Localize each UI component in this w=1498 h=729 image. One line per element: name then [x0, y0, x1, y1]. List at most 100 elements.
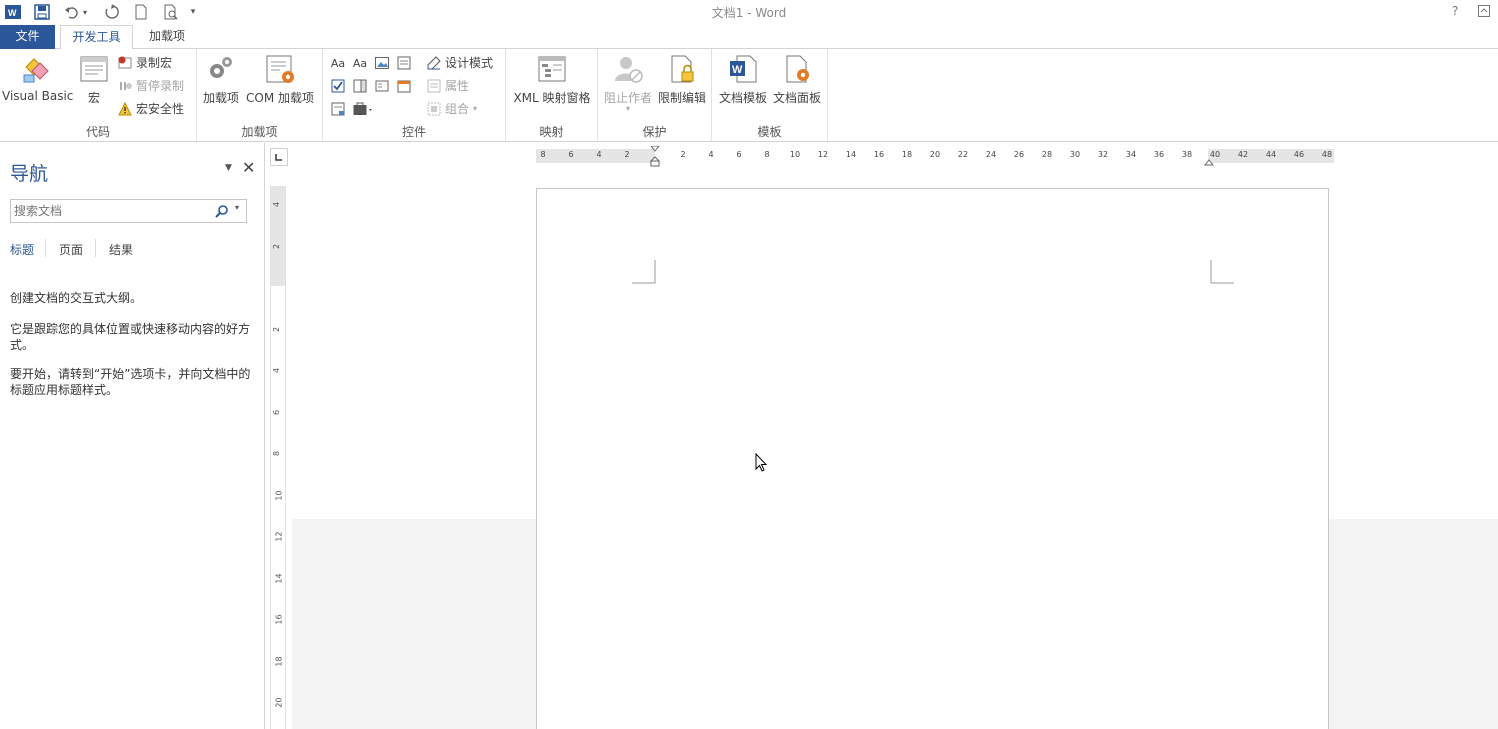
- ruler-tick-label: 30: [1069, 150, 1081, 159]
- macros-button[interactable]: 宏: [76, 53, 112, 106]
- addins-button[interactable]: 加载项: [203, 53, 239, 106]
- group-addins-label: 加载项: [241, 125, 278, 139]
- repeating-section-control-icon[interactable]: [330, 102, 346, 118]
- ribbon: Visual Basic 宏 录制宏 暂停录制 宏安全性 代码 加载项 COM …: [0, 49, 1498, 142]
- tab-developer[interactable]: 开发工具: [60, 25, 133, 50]
- building-block-control-icon[interactable]: [396, 56, 412, 72]
- search-icon[interactable]: [215, 204, 229, 221]
- document-panel-button[interactable]: 文档面板: [771, 53, 823, 106]
- nav-close-icon[interactable]: ✕: [242, 158, 255, 177]
- properties-button[interactable]: 属性: [427, 76, 469, 96]
- nav-help-text-1: 创建文档的交互式大纲。: [10, 291, 143, 305]
- document-panel-label: 文档面板: [772, 91, 821, 105]
- nav-tab-results[interactable]: 结果: [109, 241, 133, 258]
- nav-tab-pages[interactable]: 页面: [59, 241, 83, 258]
- legacy-tools-icon[interactable]: [352, 102, 376, 118]
- macro-security-label: 宏安全性: [136, 102, 185, 116]
- nav-options-icon[interactable]: ▼: [225, 163, 232, 173]
- vertical-ruler-tick-label: 2: [272, 326, 282, 332]
- ruler-tick-label: 18: [901, 150, 913, 159]
- navigation-pane: 导航 ▼ ✕ ▾ 标题 页面 结果 创建文档的交互式大纲。 它是跟踪您的具体位置…: [0, 143, 265, 729]
- vertical-ruler[interactable]: 4 2 2 4 6 8 10 12 14 16 18 20: [270, 186, 286, 729]
- ruler-tick-label: 8: [540, 150, 546, 159]
- indent-markers[interactable]: [649, 145, 661, 170]
- xml-mapping-icon: [536, 53, 568, 85]
- macros-icon: [78, 53, 110, 85]
- group-mapping-label: 映射: [539, 125, 564, 139]
- plain-text-control-icon[interactable]: Aa: [352, 56, 368, 72]
- com-addins-label: COM 加载项: [246, 91, 314, 105]
- ruler-tick-label: 20: [929, 150, 941, 159]
- group-mapping: XML 映射窗格 映射: [506, 49, 598, 142]
- tab-addins[interactable]: 加载项: [138, 25, 196, 50]
- group-dropdown-icon: ▾: [473, 104, 478, 113]
- crop-mark-top-right: [1210, 260, 1234, 284]
- nav-search-input[interactable]: [11, 200, 207, 222]
- ruler-tick-label: 42: [1237, 150, 1249, 159]
- visual-basic-icon: [20, 53, 52, 85]
- nav-help-text-2: 它是跟踪您的具体位置或快速移动内容的好方式。: [10, 322, 251, 352]
- group-templates: W 文档模板 文档面板 模板: [712, 49, 828, 142]
- dropdown-list-control-icon[interactable]: [374, 79, 390, 95]
- ruler-tick-label: 4: [596, 150, 602, 159]
- word-template-icon: W: [727, 53, 759, 85]
- tab-file[interactable]: 文件: [0, 25, 55, 50]
- addins-label: 加载项: [203, 91, 240, 105]
- ruler-tick-label: 36: [1153, 150, 1165, 159]
- combo-box-control-icon[interactable]: [352, 79, 368, 95]
- vertical-ruler-tick-label: 2: [272, 243, 282, 249]
- restrict-editing-label: 限制编辑: [657, 91, 706, 105]
- vertical-ruler-tick-label: 6: [272, 409, 282, 415]
- xml-mapping-pane-label: XML 映射窗格: [513, 91, 591, 105]
- word-window: W ▾ ▾ 文档1 - Word ? 文件 开发工具 加载项 Visual Ba…: [0, 0, 1498, 729]
- group-button[interactable]: 组合 ▾: [427, 99, 477, 119]
- group-addins: 加载项 COM 加载项 加载项: [197, 49, 323, 142]
- title-bar: W ▾ ▾ 文档1 - Word ?: [0, 0, 1498, 24]
- help-icon[interactable]: ?: [1452, 4, 1458, 18]
- nav-help-text-3: 要开始，请转到“开始”选项卡，并向文档中的标题应用标题样式。: [10, 367, 251, 397]
- macro-security-button[interactable]: 宏安全性: [118, 99, 184, 119]
- ruler-tick-label: 4: [708, 150, 714, 159]
- ruler-tick-label: 14: [845, 150, 857, 159]
- pause-recording-button[interactable]: 暂停录制: [118, 76, 184, 96]
- search-dropdown-icon[interactable]: ▾: [235, 203, 239, 212]
- pause-recording-label: 暂停录制: [136, 79, 185, 93]
- document-page[interactable]: [536, 188, 1329, 729]
- visual-basic-button[interactable]: Visual Basic: [2, 53, 73, 103]
- ruler-tick-label: 10: [789, 150, 801, 159]
- ruler-tick-label: 34: [1125, 150, 1137, 159]
- restrict-editing-button[interactable]: 限制编辑: [656, 53, 708, 106]
- nav-tab-headings[interactable]: 标题: [10, 241, 34, 258]
- right-indent-marker[interactable]: [1203, 156, 1215, 166]
- group-code-label: 代码: [85, 125, 110, 139]
- nav-title: 导航: [10, 163, 49, 185]
- xml-mapping-pane-button[interactable]: XML 映射窗格: [510, 53, 594, 106]
- checkbox-control-icon[interactable]: [330, 79, 346, 95]
- rich-text-control-icon[interactable]: Aa: [330, 56, 346, 72]
- document-template-label: 文档模板: [718, 91, 767, 105]
- vertical-ruler-tick-label: 20: [274, 697, 284, 708]
- svg-text:W: W: [732, 64, 743, 76]
- picture-control-icon[interactable]: [374, 56, 390, 72]
- tab-selector[interactable]: [270, 148, 288, 166]
- block-authors-button[interactable]: 阻止作者 ▾: [602, 53, 654, 113]
- block-authors-icon: [612, 53, 644, 85]
- ruler-tick-label: 8: [764, 150, 770, 159]
- ribbon-display-options-icon[interactable]: [1478, 5, 1490, 17]
- crop-mark-top-left: [632, 260, 656, 284]
- design-mode-button[interactable]: 设计模式: [427, 53, 493, 73]
- nav-tab-divider: [95, 239, 96, 257]
- ruler-tick-label: 2: [680, 150, 686, 159]
- com-addins-button[interactable]: COM 加载项: [244, 53, 316, 106]
- date-picker-control-icon[interactable]: [396, 79, 412, 95]
- vertical-ruler-tick-label: 18: [274, 655, 284, 667]
- document-template-button[interactable]: W 文档模板: [717, 53, 769, 106]
- group-icon: [427, 102, 441, 116]
- group-controls: Aa Aa 设计模式 属性 组合 ▾ 控件: [323, 49, 506, 142]
- group-code: Visual Basic 宏 录制宏 暂停录制 宏安全性 代码: [0, 49, 197, 142]
- record-macro-button[interactable]: 录制宏: [118, 53, 172, 73]
- vertical-ruler-tick-label: 12: [274, 531, 284, 542]
- pause-icon: [118, 79, 132, 93]
- horizontal-ruler[interactable]: 8 6 4 2 2 4 6 8 10 12 14 16 18 20 22 24 26 28 30 32 34 36 38 40…: [536, 145, 1334, 167]
- nav-search-box: ▾: [10, 199, 247, 223]
